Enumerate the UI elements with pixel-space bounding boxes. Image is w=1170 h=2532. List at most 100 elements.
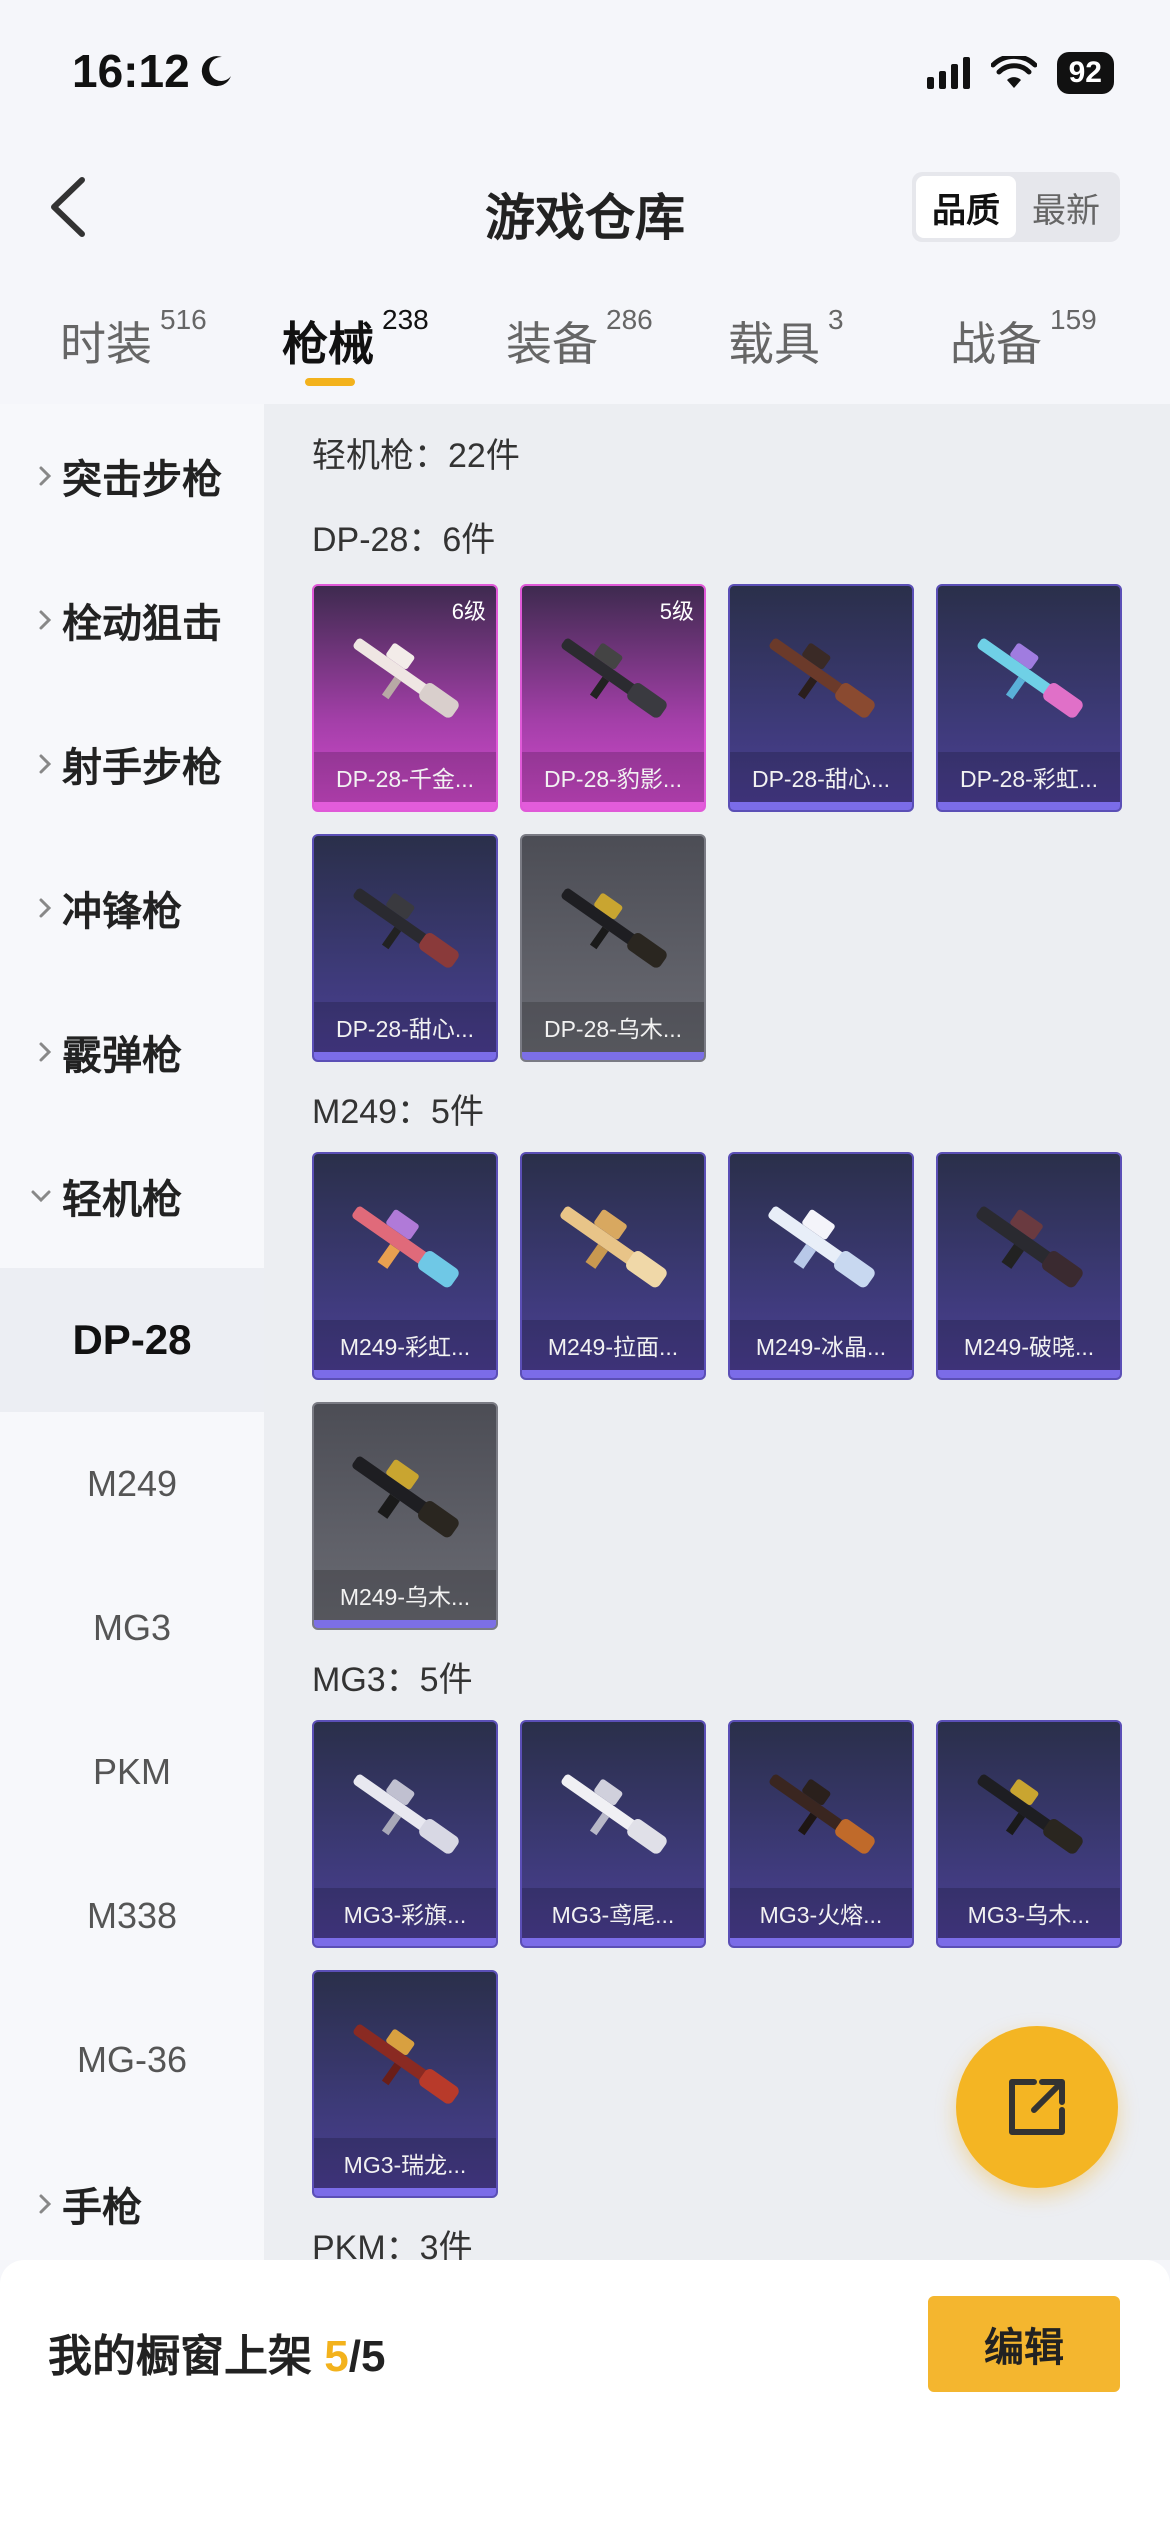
tab-count: 516 bbox=[160, 304, 207, 335]
share-button[interactable] bbox=[956, 2026, 1118, 2188]
sidebar-item-assault-rifle[interactable]: 突击步枪 bbox=[0, 404, 264, 548]
weapon-name: MG3-火熔... bbox=[730, 1888, 912, 1938]
sidebar-item-label: 轻机枪 bbox=[62, 1178, 182, 1222]
showcase-current-count: 5 bbox=[324, 2332, 349, 2381]
weapon-card[interactable]: 5级 DP-28-豹影... bbox=[520, 584, 706, 812]
group-title-mg3: MG3：5件 bbox=[312, 1661, 473, 1699]
tab-supplies[interactable]: 战备 159 bbox=[950, 304, 1097, 374]
sidebar-item-smg[interactable]: 冲锋枪 bbox=[0, 836, 264, 980]
weapon-card[interactable]: MG3-火熔... bbox=[728, 1720, 914, 1948]
gun-image bbox=[353, 2024, 459, 2104]
sort-by-quality[interactable]: 品质 bbox=[916, 176, 1016, 238]
chevron-right-icon bbox=[39, 754, 52, 774]
sidebar-item-label: 栓动狙击 bbox=[62, 602, 222, 646]
gun-image bbox=[977, 638, 1083, 718]
weapon-name: M249-拉面... bbox=[522, 1320, 704, 1370]
weapon-card[interactable]: DP-28-乌木... bbox=[520, 834, 706, 1062]
cellular-signal-icon bbox=[926, 57, 970, 89]
sidebar-subitem-dp28[interactable]: DP-28 bbox=[0, 1268, 264, 1412]
weapon-name: M249-冰晶... bbox=[730, 1320, 912, 1370]
weapon-card[interactable]: MG3-乌木... bbox=[936, 1720, 1122, 1948]
gun-image bbox=[561, 638, 667, 718]
share-icon bbox=[1009, 2079, 1065, 2135]
sidebar-subitem-m249[interactable]: M249 bbox=[0, 1412, 264, 1556]
sidebar-item-label: 手枪 bbox=[62, 2186, 142, 2230]
weapon-card[interactable]: DP-28-彩虹... bbox=[936, 584, 1122, 812]
nav-bar: 游戏仓库 品质 最新 bbox=[0, 150, 1170, 265]
tab-equipment[interactable]: 装备 286 bbox=[506, 304, 653, 374]
weapon-name: MG3-瑞龙... bbox=[314, 2138, 496, 2188]
weapon-card[interactable]: MG3-鸢尾... bbox=[520, 1720, 706, 1948]
tab-count: 159 bbox=[1050, 304, 1097, 335]
gun-image bbox=[768, 1206, 875, 1288]
weapon-card[interactable]: M249-乌木... bbox=[312, 1402, 498, 1630]
tab-label: 载具 bbox=[728, 318, 820, 370]
weapon-card[interactable]: M249-冰晶... bbox=[728, 1152, 914, 1380]
weapon-card[interactable]: MG3-彩旗... bbox=[312, 1720, 498, 1948]
group-title-pkm: PKM：3件 bbox=[312, 2229, 473, 2260]
weapon-card[interactable]: M249-破晓... bbox=[936, 1152, 1122, 1380]
weapon-card[interactable]: 6级 DP-28-千金... bbox=[312, 584, 498, 812]
tab-label: 枪械 bbox=[282, 318, 374, 370]
weapon-name: DP-28-千金... bbox=[314, 752, 496, 802]
gun-image bbox=[769, 1774, 875, 1854]
gun-image bbox=[561, 1774, 667, 1854]
sidebar-subitem-m338[interactable]: M338 bbox=[0, 1844, 264, 1988]
status-indicators: 92 bbox=[926, 52, 1114, 94]
tab-firearms[interactable]: 枪械 238 bbox=[282, 304, 429, 374]
weapon-name: M249-彩虹... bbox=[314, 1320, 496, 1370]
sidebar-item-pistol[interactable]: 手枪 bbox=[0, 2132, 264, 2276]
chevron-right-icon bbox=[39, 1042, 52, 1062]
tab-count: 3 bbox=[828, 304, 844, 335]
weapon-name: DP-28-彩虹... bbox=[938, 752, 1120, 802]
gun-image bbox=[561, 888, 667, 968]
gun-image bbox=[353, 638, 459, 718]
sidebar-item-lmg[interactable]: 轻机枪 bbox=[0, 1124, 264, 1268]
tab-label: 战备 bbox=[950, 318, 1042, 370]
sidebar-item-label: 霰弹枪 bbox=[62, 1034, 182, 1078]
sidebar-item-bolt-sniper[interactable]: 栓动狙击 bbox=[0, 548, 264, 692]
weapon-list: 轻机枪：22件 DP-28：6件 6级 DP-28-千金... 5级 DP-28… bbox=[264, 404, 1170, 2260]
status-bar: 16:12 92 bbox=[0, 0, 1170, 150]
weapon-name: M249-破晓... bbox=[938, 1320, 1120, 1370]
tab-outfits[interactable]: 时装 516 bbox=[60, 304, 207, 374]
gun-image bbox=[353, 1774, 459, 1854]
tab-count: 238 bbox=[382, 304, 429, 335]
weapon-card[interactable]: M249-拉面... bbox=[520, 1152, 706, 1380]
battery-icon: 92 bbox=[1056, 52, 1114, 94]
sidebar-subitem-pkm[interactable]: PKM bbox=[0, 1700, 264, 1844]
sidebar-item-marksman-rifle[interactable]: 射手步枪 bbox=[0, 692, 264, 836]
weapon-name: DP-28-乌木... bbox=[522, 1002, 704, 1052]
sidebar-item-shotgun[interactable]: 霰弹枪 bbox=[0, 980, 264, 1124]
sort-by-newest[interactable]: 最新 bbox=[1016, 176, 1116, 238]
sort-toggle: 品质 最新 bbox=[912, 172, 1120, 242]
chevron-right-icon bbox=[39, 610, 52, 630]
weapon-card[interactable]: MG3-瑞龙... bbox=[312, 1970, 498, 2198]
gun-image bbox=[353, 888, 459, 968]
weapon-name: MG3-乌木... bbox=[938, 1888, 1120, 1938]
weapon-name: DP-28-豹影... bbox=[522, 752, 704, 802]
gun-image bbox=[976, 1206, 1083, 1288]
group-title-dp28: DP-28：6件 bbox=[312, 521, 496, 559]
edit-button[interactable]: 编辑 bbox=[928, 2296, 1120, 2392]
tab-count: 286 bbox=[606, 304, 653, 335]
weapon-name: DP-28-甜心... bbox=[314, 1002, 496, 1052]
clock-text: 16:12 bbox=[72, 45, 190, 97]
weapon-card[interactable]: DP-28-甜心... bbox=[728, 584, 914, 812]
sidebar-item-label: 突击步枪 bbox=[62, 458, 222, 502]
showcase-status: 我的橱窗上架 5/5 bbox=[48, 2320, 385, 2384]
weapon-card[interactable]: DP-28-甜心... bbox=[312, 834, 498, 1062]
gun-image bbox=[560, 1206, 667, 1288]
weapon-name: MG3-鸢尾... bbox=[522, 1888, 704, 1938]
active-tab-indicator bbox=[305, 378, 355, 386]
weapon-category-sidebar: 突击步枪 栓动狙击 射手步枪 冲锋枪 霰弹枪 轻机枪 DP-28 M249 MG… bbox=[0, 404, 264, 2260]
group-title-m249: M249：5件 bbox=[312, 1093, 484, 1131]
category-summary: 轻机枪：22件 bbox=[312, 437, 520, 475]
tab-vehicles[interactable]: 载具 3 bbox=[728, 304, 844, 374]
moon-icon bbox=[201, 56, 231, 87]
tab-label: 装备 bbox=[506, 318, 598, 370]
sidebar-subitem-mg36[interactable]: MG-36 bbox=[0, 1988, 264, 2132]
weapon-card[interactable]: M249-彩虹... bbox=[312, 1152, 498, 1380]
sidebar-subitem-mg3[interactable]: MG3 bbox=[0, 1556, 264, 1700]
chevron-down-icon bbox=[31, 1190, 51, 1203]
